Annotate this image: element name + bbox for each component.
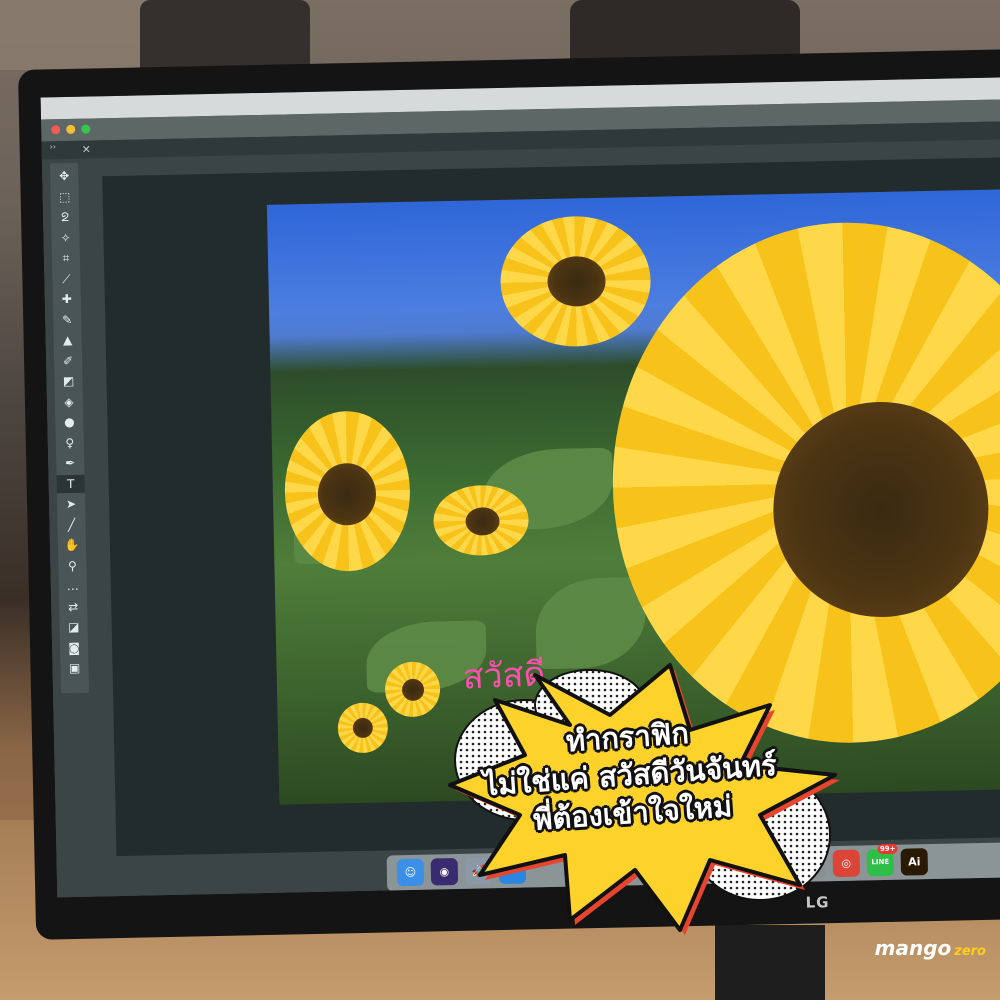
- pen-icon[interactable]: ✒: [56, 454, 84, 473]
- collapse-panels-icon[interactable]: ››: [50, 142, 57, 151]
- history-brush-icon[interactable]: ✐: [54, 351, 82, 370]
- hand-icon[interactable]: ✋: [58, 536, 86, 555]
- screen-mode-icon[interactable]: ▣: [60, 659, 88, 678]
- watermark-sub: zero: [954, 944, 986, 959]
- finder-icon[interactable]: ☺: [396, 858, 425, 887]
- zoom-icon[interactable]: ⚲: [58, 556, 86, 575]
- quick-mask-icon[interactable]: ◙: [60, 638, 88, 657]
- crop-icon[interactable]: ⌗: [52, 249, 80, 268]
- line-icon[interactable]: ╱: [57, 515, 85, 534]
- line-app-icon[interactable]: LINE 99+: [866, 843, 898, 877]
- paint-bucket-icon[interactable]: ◈: [55, 392, 83, 411]
- line-badge: 99+: [877, 843, 898, 855]
- type-icon[interactable]: T: [56, 474, 85, 493]
- monitor-stand: [715, 925, 825, 1000]
- close-tab-icon[interactable]: ×: [82, 142, 91, 155]
- marquee-icon[interactable]: ⬚: [50, 187, 78, 206]
- more-icon[interactable]: …: [59, 577, 87, 596]
- eraser-icon[interactable]: ◩: [54, 372, 82, 391]
- sunflower-mid: [432, 484, 530, 557]
- eyedropper-icon[interactable]: ⟋: [52, 269, 80, 288]
- illustrator-icon[interactable]: Ai: [900, 848, 929, 876]
- mango-watermark: mango zero: [875, 936, 986, 960]
- color-swatches-icon[interactable]: ◪: [59, 618, 87, 637]
- watermark-brand: mango: [874, 936, 952, 960]
- sunflower-small-bottom: [384, 661, 441, 718]
- sunflower-small-top: [499, 214, 652, 348]
- stamp-icon[interactable]: ▲: [53, 331, 81, 350]
- magic-wand-icon[interactable]: ✧: [51, 228, 79, 247]
- healing-icon[interactable]: ✚: [53, 290, 81, 309]
- path-select-icon[interactable]: ➤: [57, 495, 85, 514]
- brush-icon[interactable]: ✎: [53, 310, 81, 329]
- dodge-icon[interactable]: ♀: [56, 433, 84, 452]
- move-icon[interactable]: ✥: [50, 167, 78, 186]
- swap-colors-icon[interactable]: ⇄: [59, 597, 87, 616]
- lasso-icon[interactable]: ᘖ: [51, 208, 79, 227]
- blur-icon[interactable]: ●: [55, 413, 83, 432]
- sunflower-small-bottom-2: [337, 702, 389, 754]
